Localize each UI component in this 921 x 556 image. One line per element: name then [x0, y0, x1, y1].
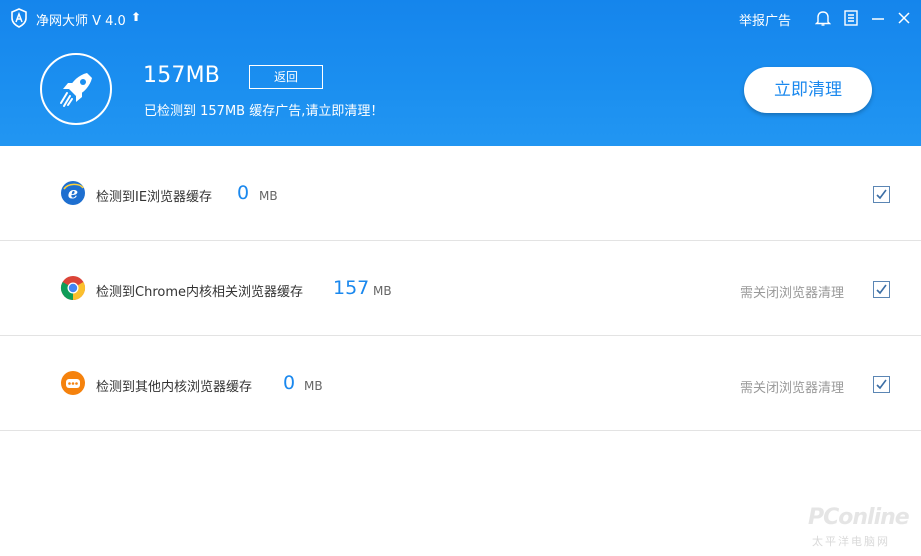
checkmark-icon	[876, 379, 887, 390]
clean-now-button[interactable]: 立即清理	[744, 67, 872, 113]
item-label: 检测到其他内核浏览器缓存	[96, 380, 253, 395]
cache-list: e 检测到IE浏览器缓存 0 MB 检测到Chrome内核相关浏览器缓存 157…	[0, 146, 921, 431]
app-title: 净网大师 V 4.0	[36, 14, 126, 29]
item-checkbox[interactable]	[873, 186, 890, 203]
shield-logo-icon	[11, 8, 27, 28]
back-button[interactable]: 返回	[249, 65, 323, 89]
pconline-watermark: PConline 太平洋电脑网	[808, 505, 918, 551]
chrome-icon	[60, 276, 86, 300]
ie-icon: e	[61, 181, 85, 205]
list-item: 检测到Chrome内核相关浏览器缓存 157 MB 需关闭浏览器清理	[0, 241, 921, 336]
minimize-icon[interactable]	[870, 9, 886, 27]
svg-text:e: e	[68, 184, 78, 203]
close-icon[interactable]	[896, 9, 912, 27]
item-note: 需关闭浏览器清理	[740, 381, 845, 396]
status-message: 已检测到 157MB 缓存广告,请立即清理！	[144, 104, 384, 119]
watermark-subtitle: 太平洋电脑网	[812, 535, 890, 548]
item-unit: MB	[373, 284, 392, 298]
title-bar[interactable]: 净网大师 V 4.0 ⬆ 举报广告	[0, 0, 921, 36]
list-item: e 检测到IE浏览器缓存 0 MB	[0, 146, 921, 241]
watermark-logo: PConline	[808, 505, 910, 530]
item-size: 0	[237, 182, 250, 204]
item-unit: MB	[304, 379, 323, 393]
item-checkbox[interactable]	[873, 281, 890, 298]
detected-size: 157MB	[143, 63, 221, 88]
other-browser-icon	[61, 371, 85, 395]
menu-icon[interactable]	[843, 9, 859, 27]
item-size: 157	[333, 277, 370, 299]
item-unit: MB	[259, 189, 278, 203]
checkmark-icon	[876, 189, 887, 200]
list-item: 检测到其他内核浏览器缓存 0 MB 需关闭浏览器清理	[0, 336, 921, 431]
item-note: 需关闭浏览器清理	[740, 286, 845, 301]
rocket-badge	[40, 53, 112, 125]
item-label: 检测到Chrome内核相关浏览器缓存	[96, 285, 303, 300]
item-label: 检测到IE浏览器缓存	[96, 190, 213, 205]
up-arrow-icon[interactable]: ⬆	[131, 10, 141, 24]
bell-icon[interactable]	[815, 9, 831, 27]
checkmark-icon	[876, 284, 887, 295]
rocket-icon	[60, 73, 92, 107]
item-size: 0	[283, 372, 296, 394]
header-banner: 净网大师 V 4.0 ⬆ 举报广告 157MB 返回 已检测到 157MB 缓存…	[0, 0, 921, 146]
item-checkbox[interactable]	[873, 376, 890, 393]
report-ad-link[interactable]: 举报广告	[739, 10, 791, 29]
